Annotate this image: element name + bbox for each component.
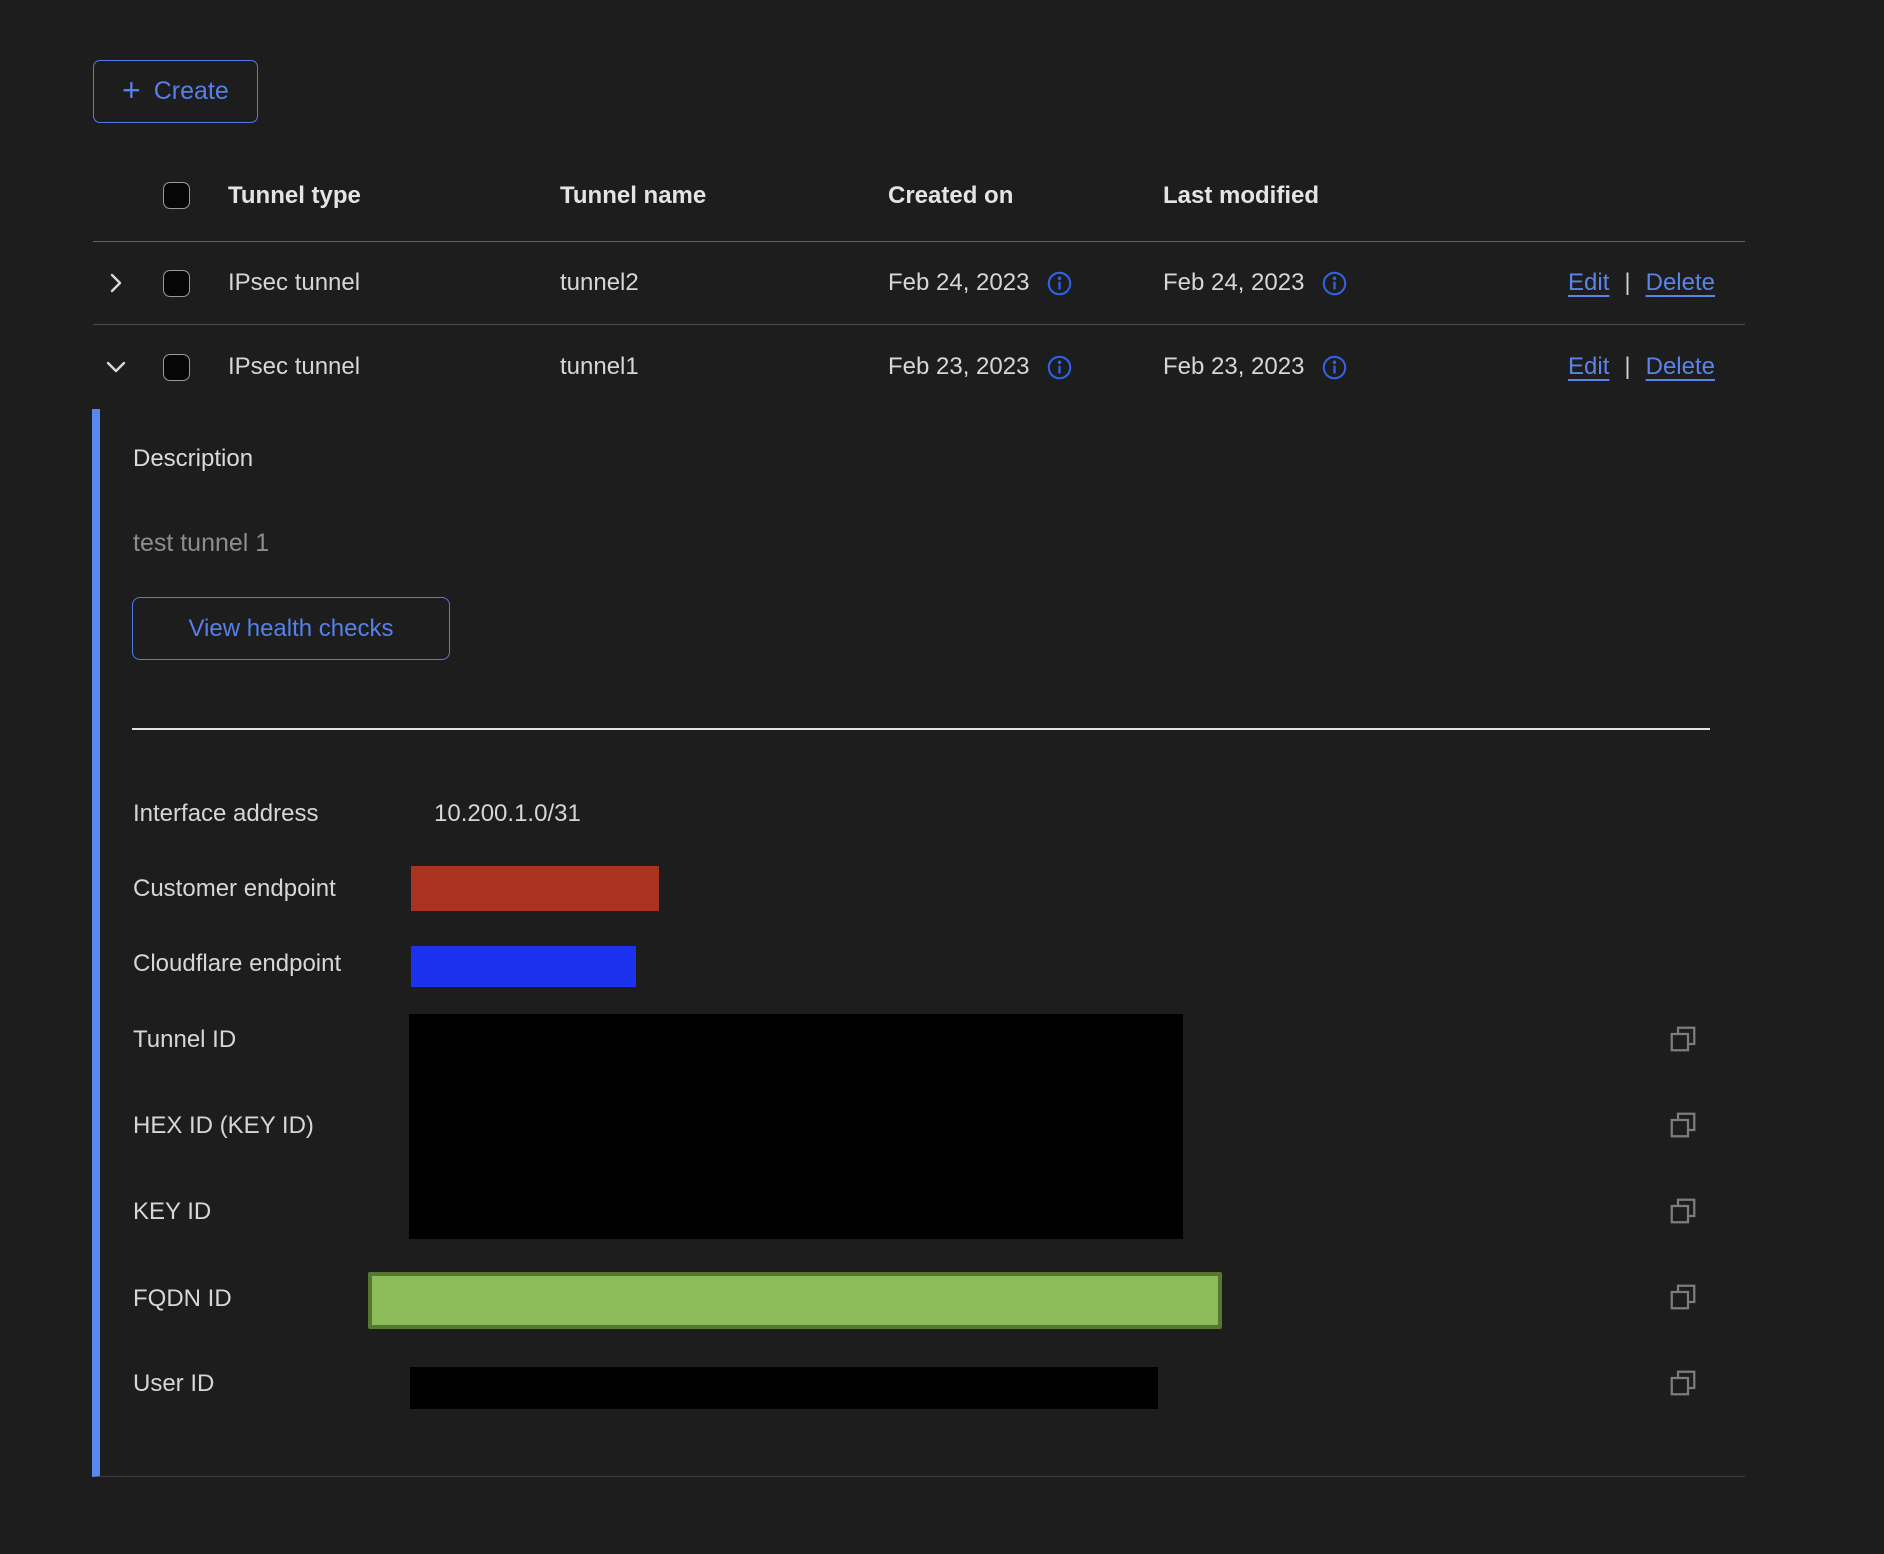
customer-endpoint-redacted-value xyxy=(411,866,659,911)
last-modified-value: Feb 23, 2023 xyxy=(1163,353,1304,381)
info-icon[interactable] xyxy=(1047,355,1072,380)
edit-link[interactable]: Edit xyxy=(1568,269,1609,297)
row-checkbox[interactable] xyxy=(163,270,190,297)
tunnel-name-cell: tunnel1 xyxy=(560,353,888,381)
last-modified-value: Feb 24, 2023 xyxy=(1163,269,1304,297)
header-tunnel-type: Tunnel type xyxy=(228,182,560,210)
select-all-checkbox[interactable] xyxy=(163,182,190,209)
key-id-label: KEY ID xyxy=(133,1198,211,1226)
view-health-checks-label: View health checks xyxy=(188,615,393,643)
fqdn-id-label: FQDN ID xyxy=(133,1285,232,1313)
cloudflare-endpoint-redacted-value xyxy=(411,946,636,987)
tunnel-type-cell: IPsec tunnel xyxy=(228,353,560,381)
plus-icon: + xyxy=(122,74,141,106)
copy-icon[interactable] xyxy=(1668,1282,1698,1312)
tunnel-id-label: Tunnel ID xyxy=(133,1026,236,1054)
tunnel-type-cell: IPsec tunnel xyxy=(228,269,560,297)
description-label: Description xyxy=(133,445,253,473)
tunnel-name-cell: tunnel2 xyxy=(560,269,888,297)
ids-redacted-value xyxy=(409,1014,1183,1239)
copy-icon[interactable] xyxy=(1668,1196,1698,1226)
copy-icon[interactable] xyxy=(1668,1024,1698,1054)
chevron-right-icon[interactable] xyxy=(103,270,129,296)
hex-id-label: HEX ID (KEY ID) xyxy=(133,1112,314,1140)
tunnels-page: + Create Tunnel type Tunnel name Created… xyxy=(0,0,1884,1554)
cloudflare-endpoint-label: Cloudflare endpoint xyxy=(133,950,341,978)
copy-icon[interactable] xyxy=(1668,1368,1698,1398)
user-id-label: User ID xyxy=(133,1370,214,1398)
info-icon[interactable] xyxy=(1322,271,1347,296)
user-id-redacted-value xyxy=(410,1367,1158,1409)
table-row: IPsec tunnel tunnel2 Feb 24, 2023 Feb 24… xyxy=(93,242,1745,325)
header-checkbox-cell xyxy=(148,182,228,209)
header-created-on: Created on xyxy=(888,182,1163,210)
delete-link[interactable]: Delete xyxy=(1646,353,1715,381)
table-row: IPsec tunnel tunnel1 Feb 23, 2023 Feb 23… xyxy=(93,325,1745,409)
edit-link[interactable]: Edit xyxy=(1568,353,1609,381)
table-header-row: Tunnel type Tunnel name Created on Last … xyxy=(93,150,1745,242)
chevron-down-icon[interactable] xyxy=(103,354,129,380)
action-separator: | xyxy=(1624,353,1630,381)
header-tunnel-name: Tunnel name xyxy=(560,182,888,210)
section-divider xyxy=(132,728,1710,730)
view-health-checks-button[interactable]: View health checks xyxy=(132,597,450,660)
description-value: test tunnel 1 xyxy=(133,529,269,558)
copy-icon[interactable] xyxy=(1668,1110,1698,1140)
header-last-modified: Last modified xyxy=(1163,182,1450,210)
interface-address-value: 10.200.1.0/31 xyxy=(434,800,581,828)
tunnel-detail-panel: Description test tunnel 1 View health ch… xyxy=(92,409,1745,1477)
tunnels-table: Tunnel type Tunnel name Created on Last … xyxy=(93,150,1745,409)
info-icon[interactable] xyxy=(1322,355,1347,380)
created-on-value: Feb 23, 2023 xyxy=(888,353,1029,381)
created-on-value: Feb 24, 2023 xyxy=(888,269,1029,297)
create-button[interactable]: + Create xyxy=(93,60,258,123)
row-checkbox[interactable] xyxy=(163,354,190,381)
delete-link[interactable]: Delete xyxy=(1646,269,1715,297)
fqdn-id-redacted-value xyxy=(368,1272,1222,1329)
create-button-label: Create xyxy=(154,77,229,106)
interface-address-label: Interface address xyxy=(133,800,318,828)
action-separator: | xyxy=(1624,269,1630,297)
customer-endpoint-label: Customer endpoint xyxy=(133,875,336,903)
info-icon[interactable] xyxy=(1047,271,1072,296)
